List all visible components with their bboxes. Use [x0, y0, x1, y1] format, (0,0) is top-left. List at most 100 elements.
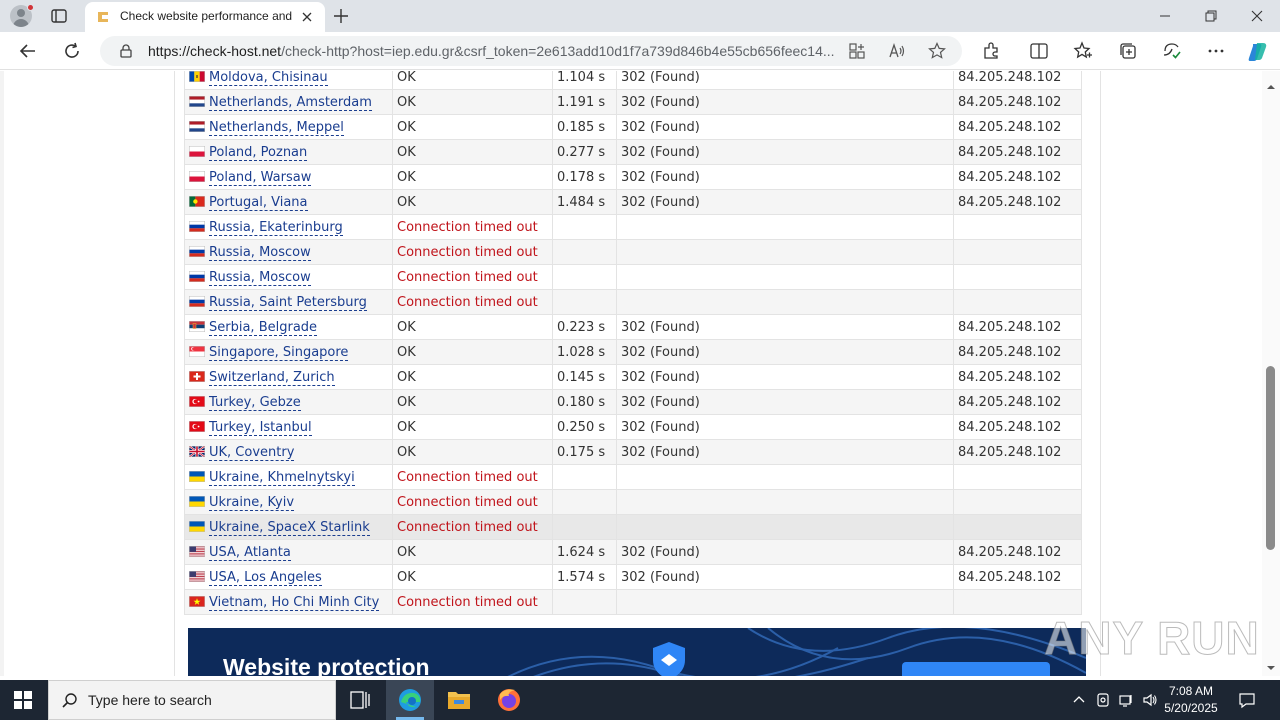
new-tab-icon[interactable]	[332, 7, 350, 25]
address-bar[interactable]: https://check-host.net/check-http?host=i…	[100, 36, 962, 66]
copilot-icon[interactable]	[1247, 41, 1267, 61]
more-menu-icon[interactable]	[1206, 41, 1226, 61]
minimize-button[interactable]	[1142, 0, 1188, 32]
scroll-down-arrow-icon[interactable]	[1266, 658, 1276, 670]
browser-essentials-icon[interactable]	[1162, 41, 1182, 61]
time-cell: 1.484 s	[552, 189, 617, 215]
table-row: USA, Atlanta OK 1.624 s 302 (Found) 84.205.2…	[184, 539, 1082, 565]
system-clock[interactable]: 7:08 AM 5/20/2025	[1160, 683, 1222, 717]
status-code-cell: 302 (Found)	[616, 189, 954, 215]
table-row: Russia, Ekaterinburg Connection timed out	[184, 214, 1082, 240]
location-link[interactable]: Russia, Moscow	[209, 269, 311, 286]
meet-now-icon[interactable]	[1095, 692, 1111, 708]
tab-close-icon[interactable]	[299, 9, 315, 25]
time-cell	[552, 589, 617, 615]
collections-icon[interactable]	[1118, 41, 1138, 61]
location-link[interactable]: Ukraine, SpaceX Starlink	[209, 519, 370, 536]
banner-cta-button[interactable]	[902, 662, 1050, 676]
result-cell: OK	[392, 314, 553, 340]
location-link[interactable]: Singapore, Singapore	[209, 344, 349, 361]
location-link[interactable]: Poland, Poznan	[209, 144, 308, 161]
location-cell: Poland, Poznan	[184, 139, 393, 165]
lock-icon[interactable]	[118, 43, 134, 59]
location-link[interactable]: Netherlands, Amsterdam	[209, 94, 372, 111]
location-link[interactable]: Poland, Warsaw	[209, 169, 312, 186]
table-row: Ukraine, Khmelnytskyi Connection timed ou…	[184, 464, 1082, 490]
country-flag-icon	[189, 245, 205, 257]
volume-icon[interactable]	[1142, 692, 1158, 708]
scroll-up-arrow-icon[interactable]	[1266, 77, 1276, 89]
location-link[interactable]: Russia, Saint Petersburg	[209, 294, 367, 311]
ip-cell	[953, 514, 1082, 540]
location-link[interactable]: Turkey, Gebze	[209, 394, 301, 411]
status-code-cell	[616, 514, 954, 540]
location-link[interactable]: Turkey, Istanbul	[209, 419, 312, 436]
country-flag-icon	[189, 145, 205, 157]
refresh-icon[interactable]	[62, 41, 82, 61]
notification-center-icon[interactable]	[1238, 691, 1256, 709]
content-border-left	[174, 71, 175, 676]
status-code-cell: 302 (Found)	[616, 564, 954, 590]
url-text[interactable]: https://check-host.net/check-http?host=i…	[148, 43, 838, 59]
country-flag-icon	[189, 170, 205, 182]
time-cell	[552, 239, 617, 265]
web-page: Moldova, Chisinau OK 1.104 s 302 (Found) 84.…	[0, 71, 1262, 676]
ad-banner[interactable]: Website protection	[188, 628, 1086, 676]
location-link[interactable]: Netherlands, Meppel	[209, 119, 344, 136]
location-cell: Russia, Saint Petersburg	[184, 289, 393, 315]
status-code-cell: 302 (Found)	[616, 539, 954, 565]
app-available-icon[interactable]	[848, 42, 866, 60]
table-row: Russia, Moscow Connection timed out	[184, 239, 1082, 265]
result-cell: Connection timed out	[392, 464, 553, 490]
extensions-icon[interactable]	[981, 41, 1001, 61]
ip-cell: 84.205.248.102	[953, 564, 1082, 590]
location-link[interactable]: Serbia, Belgrade	[209, 319, 318, 336]
country-flag-icon	[189, 71, 205, 82]
favorites-icon[interactable]	[1073, 41, 1093, 61]
table-row: Portugal, Viana OK 1.484 s 302 (Found) 84.20…	[184, 189, 1082, 215]
location-cell: Ukraine, Khmelnytskyi	[184, 464, 393, 490]
ip-cell: 84.205.248.102	[953, 189, 1082, 215]
show-hidden-icons-chevron-icon[interactable]	[1071, 692, 1087, 708]
country-flag-icon	[189, 470, 205, 482]
location-link[interactable]: Moldova, Chisinau	[209, 71, 328, 86]
location-link[interactable]: Switzerland, Zurich	[209, 369, 335, 386]
status-code-cell	[616, 489, 954, 515]
country-flag-icon	[189, 395, 205, 407]
file-explorer-icon[interactable]	[435, 680, 483, 720]
task-view-icon[interactable]	[336, 680, 384, 720]
location-link[interactable]: Portugal, Viana	[209, 194, 308, 211]
location-link[interactable]: Ukraine, Kyiv	[209, 494, 295, 511]
tab-active[interactable]: Check website performance and	[85, 2, 325, 32]
time-cell: 0.180 s	[552, 389, 617, 415]
location-link[interactable]: Ukraine, Khmelnytskyi	[209, 469, 355, 486]
table-row: Netherlands, Amsterdam OK 1.191 s 302 (Foun…	[184, 89, 1082, 115]
windows-start-icon[interactable]	[14, 691, 32, 709]
status-code-cell: 302 (Found)	[616, 339, 954, 365]
back-arrow-icon[interactable]	[18, 41, 38, 61]
network-icon[interactable]	[1118, 692, 1134, 708]
location-link[interactable]: UK, Coventry	[209, 444, 295, 461]
read-aloud-icon[interactable]	[888, 42, 906, 60]
location-link[interactable]: Russia, Ekaterinburg	[209, 219, 343, 236]
location-link[interactable]: USA, Atlanta	[209, 544, 291, 561]
result-cell: OK	[392, 164, 553, 190]
taskbar-search-box[interactable]: Type here to search	[48, 680, 336, 720]
country-flag-icon	[189, 595, 205, 607]
split-screen-icon[interactable]	[1029, 41, 1049, 61]
close-window-button[interactable]	[1234, 0, 1280, 32]
favorite-star-icon[interactable]	[928, 42, 946, 60]
location-link[interactable]: USA, Los Angeles	[209, 569, 322, 586]
edge-app-icon[interactable]	[386, 680, 434, 720]
status-code-cell	[616, 214, 954, 240]
location-link[interactable]: Vietnam, Ho Chi Minh City	[209, 594, 380, 611]
scrollbar-thumb[interactable]	[1266, 366, 1275, 550]
page-scrollbar[interactable]	[1262, 71, 1280, 676]
location-cell: Russia, Moscow	[184, 264, 393, 290]
location-link[interactable]: Russia, Moscow	[209, 244, 311, 261]
table-row: Switzerland, Zurich OK 0.145 s 302 (Found) 8…	[184, 364, 1082, 390]
restore-button[interactable]	[1188, 0, 1234, 32]
firefox-icon[interactable]	[485, 680, 533, 720]
tab-actions-icon[interactable]	[50, 7, 68, 25]
tab-strip: Check website performance and	[0, 0, 1280, 32]
